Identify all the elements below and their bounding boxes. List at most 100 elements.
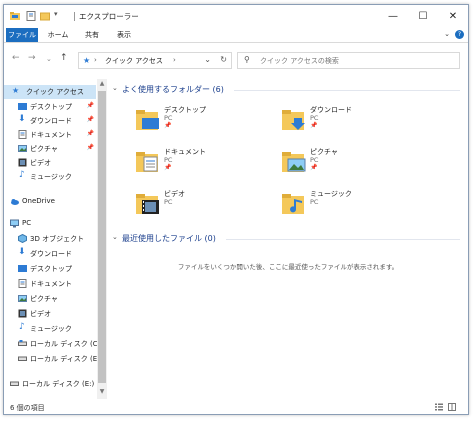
nav-item-pictures[interactable]: ピクチャ 📌	[4, 142, 96, 156]
tab-file[interactable]: ファイル	[6, 28, 38, 42]
nav-item-pc-documents[interactable]: ドキュメント	[4, 277, 96, 291]
details-view-icon[interactable]	[435, 403, 443, 411]
nav-item-local-disk-e[interactable]: ローカル ディスク (E	[4, 352, 97, 366]
nav-item-desktop[interactable]: デスクトップ 📌	[4, 100, 96, 114]
tab-share[interactable]: 共有	[80, 28, 104, 42]
address-dropdown-icon[interactable]: ⌄	[204, 55, 211, 64]
folder-location: PC	[310, 156, 319, 164]
address-bar[interactable]: ★ › クイック アクセス › ⌄ ↻	[78, 52, 232, 69]
path-separator-icon[interactable]: ›	[173, 56, 176, 64]
pin-icon[interactable]: 📌	[87, 116, 94, 123]
maximize-button[interactable]: ☐	[408, 5, 438, 27]
folder-item-desktop[interactable]: デスクトップ PC 📌	[128, 103, 268, 137]
document-folder-icon	[136, 152, 158, 172]
folder-item-documents[interactable]: ドキュメント PC 📌	[128, 145, 268, 179]
document-folder-icon	[18, 130, 27, 139]
nav-item-local-disk-c[interactable]: ローカル ディスク (C	[4, 337, 98, 351]
nav-item-pc-pictures[interactable]: ピクチャ	[4, 292, 96, 306]
desktop-folder-icon	[136, 110, 159, 130]
download-arrow-icon: ⬇	[18, 114, 26, 124]
folder-item-music[interactable]: ミュージック PC	[274, 187, 414, 221]
nav-item-local-disk-e-root[interactable]: ローカル ディスク (E:)	[4, 377, 96, 391]
nav-item-label: ドキュメント	[30, 131, 72, 139]
search-icon: ⚲	[244, 55, 250, 64]
nav-item-label: ミュージック	[30, 173, 72, 181]
nav-item-quick-access[interactable]: ★ クイック アクセス	[4, 85, 96, 99]
star-icon: ★	[12, 86, 20, 95]
folder-item-pictures[interactable]: ピクチャ PC 📌	[274, 145, 414, 179]
folder-location: PC	[164, 198, 173, 206]
nav-item-label: PC	[22, 219, 32, 227]
nav-item-pc-desktop[interactable]: デスクトップ	[4, 262, 96, 276]
breadcrumb-quick-access[interactable]: クイック アクセス	[105, 56, 163, 66]
nav-item-pc-videos[interactable]: ビデオ	[4, 307, 96, 321]
nav-item-music[interactable]: ♪ ミュージック	[4, 170, 96, 184]
scroll-up-icon[interactable]: ▲	[97, 80, 107, 90]
forward-arrow-icon[interactable]: →	[28, 53, 36, 63]
nav-item-label: ローカル ディスク (E:)	[22, 380, 95, 388]
nav-item-pc[interactable]: PC	[4, 217, 96, 231]
nav-item-downloads[interactable]: ⬇ ダウンロード 📌	[4, 114, 96, 128]
scrollbar-thumb[interactable]	[98, 91, 106, 383]
expand-ribbon-icon[interactable]: ⌄	[444, 30, 450, 38]
nav-item-pc-downloads[interactable]: ⬇ ダウンロード	[4, 247, 96, 261]
nav-item-videos[interactable]: ビデオ	[4, 156, 96, 170]
nav-scrollbar[interactable]: ▲ ▼	[97, 79, 107, 399]
pin-icon[interactable]: 📌	[87, 130, 94, 137]
tab-view[interactable]: 表示	[112, 28, 136, 42]
desktop-folder-icon	[18, 103, 27, 110]
help-icon[interactable]: ?	[455, 30, 464, 39]
picture-folder-icon	[282, 152, 306, 172]
nav-item-label: ピクチャ	[30, 295, 58, 303]
collapse-chevron-icon[interactable]: ⌄	[112, 233, 118, 241]
properties-icon[interactable]	[26, 11, 36, 21]
music-note-icon: ♪	[19, 170, 25, 180]
recent-locations-icon[interactable]: ⌄	[46, 55, 52, 63]
path-separator-icon[interactable]: ›	[94, 56, 97, 64]
close-button[interactable]: ✕	[438, 5, 468, 27]
nav-item-label: クイック アクセス	[26, 88, 84, 96]
refresh-icon[interactable]: ↻	[220, 55, 227, 64]
status-bar: 6 個の項目	[4, 401, 468, 414]
large-icons-view-icon[interactable]	[448, 403, 456, 411]
up-arrow-icon[interactable]: ↑	[60, 53, 68, 63]
pin-icon[interactable]: 📌	[164, 164, 171, 171]
cloud-icon	[11, 199, 19, 205]
nav-item-documents[interactable]: ドキュメント 📌	[4, 128, 96, 142]
video-folder-icon	[18, 158, 27, 167]
group-divider	[226, 239, 460, 240]
nav-item-onedrive[interactable]: OneDrive	[4, 195, 96, 209]
nav-item-3d-objects[interactable]: 3D オブジェクト	[4, 232, 96, 246]
video-folder-icon	[136, 194, 159, 214]
pin-icon[interactable]: 📌	[164, 122, 171, 129]
nav-item-label: ビデオ	[30, 310, 51, 318]
drive-icon	[18, 340, 27, 346]
folder-app-icon	[10, 12, 20, 20]
address-row: ← → ⌄ ↑ ★ › クイック アクセス › ⌄ ↻ ⚲ クイック アクセスの…	[4, 50, 468, 70]
group-header-recent[interactable]: 最近使用したファイル (0)	[122, 233, 216, 244]
pin-icon[interactable]: 📌	[310, 164, 317, 171]
search-input[interactable]: クイック アクセスの検索	[260, 56, 339, 66]
group-header-frequent[interactable]: よく使用するフォルダー (6)	[122, 84, 224, 95]
collapse-chevron-icon[interactable]: ⌄	[112, 84, 118, 92]
folder-item-downloads[interactable]: ダウンロード PC 📌	[274, 103, 414, 137]
pin-icon[interactable]: 📌	[87, 102, 94, 109]
tab-home[interactable]: ホーム	[44, 28, 72, 42]
folder-item-videos[interactable]: ビデオ PC	[128, 187, 268, 221]
minimize-button[interactable]: —	[378, 5, 408, 27]
search-box[interactable]: ⚲ クイック アクセスの検索	[237, 52, 460, 69]
pc-icon	[10, 219, 19, 228]
pin-icon[interactable]: 📌	[87, 144, 94, 151]
video-folder-icon	[18, 309, 27, 318]
nav-item-label: OneDrive	[22, 197, 55, 205]
nav-item-pc-music[interactable]: ♪ ミュージック	[4, 322, 96, 336]
pin-icon[interactable]: 📌	[310, 122, 317, 129]
back-arrow-icon[interactable]: ←	[12, 53, 20, 63]
nav-item-label: デスクトップ	[30, 265, 72, 273]
group-divider	[234, 90, 460, 91]
new-folder-icon[interactable]	[40, 11, 50, 21]
folder-location: PC	[164, 114, 173, 122]
download-folder-icon	[282, 110, 305, 130]
scroll-down-icon[interactable]: ▼	[97, 388, 107, 398]
customize-quick-access-icon[interactable]: ▾	[54, 10, 64, 20]
